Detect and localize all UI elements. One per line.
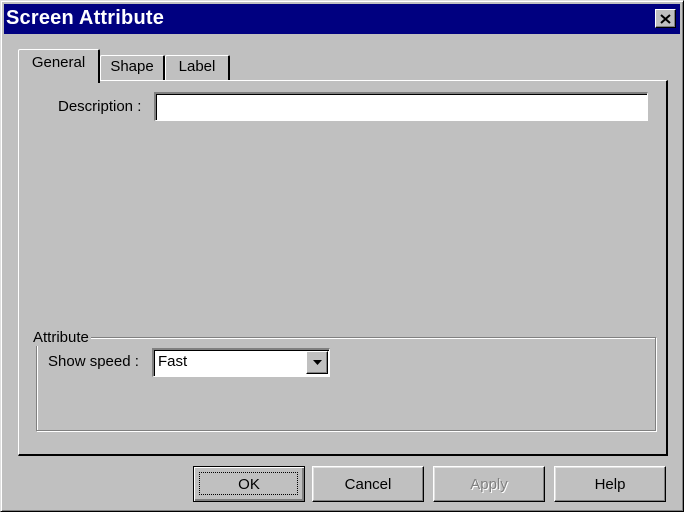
help-button[interactable]: Help: [554, 466, 666, 502]
cancel-button[interactable]: Cancel: [312, 466, 424, 502]
focus-rect: [199, 472, 298, 495]
description-input[interactable]: [154, 92, 648, 121]
close-icon: [660, 13, 671, 24]
cancel-button-label: Cancel: [344, 475, 392, 493]
show-speed-value: Fast: [158, 353, 188, 370]
close-button[interactable]: [655, 9, 676, 28]
tab-label[interactable]: Label: [165, 55, 230, 81]
attribute-group-label: Attribute: [31, 329, 91, 346]
attribute-groupbox: [36, 337, 656, 431]
tab-shape-label: Shape: [110, 58, 154, 75]
show-speed-label: Show speed :: [48, 353, 139, 370]
window-title: Screen Attribute: [6, 7, 165, 29]
tab-panel-general: Description : Attribute Show speed : Fas…: [18, 80, 668, 456]
tab-shape[interactable]: Shape: [100, 55, 165, 81]
dialog-window: Screen Attribute General Shape Label Des…: [0, 0, 684, 512]
show-speed-dropdown-button[interactable]: [306, 351, 328, 374]
show-speed-select[interactable]: Fast: [152, 348, 330, 377]
tab-label-label: Label: [178, 58, 216, 75]
chevron-down-icon: [312, 360, 322, 365]
apply-button[interactable]: Apply: [433, 466, 545, 502]
apply-button-label: Apply: [470, 475, 508, 493]
title-bar[interactable]: Screen Attribute: [4, 4, 680, 34]
description-label: Description :: [58, 98, 142, 115]
ok-button[interactable]: OK: [193, 466, 305, 502]
tab-general-label: General: [31, 54, 86, 71]
help-button-label: Help: [594, 475, 626, 493]
tab-general[interactable]: General: [18, 49, 100, 83]
